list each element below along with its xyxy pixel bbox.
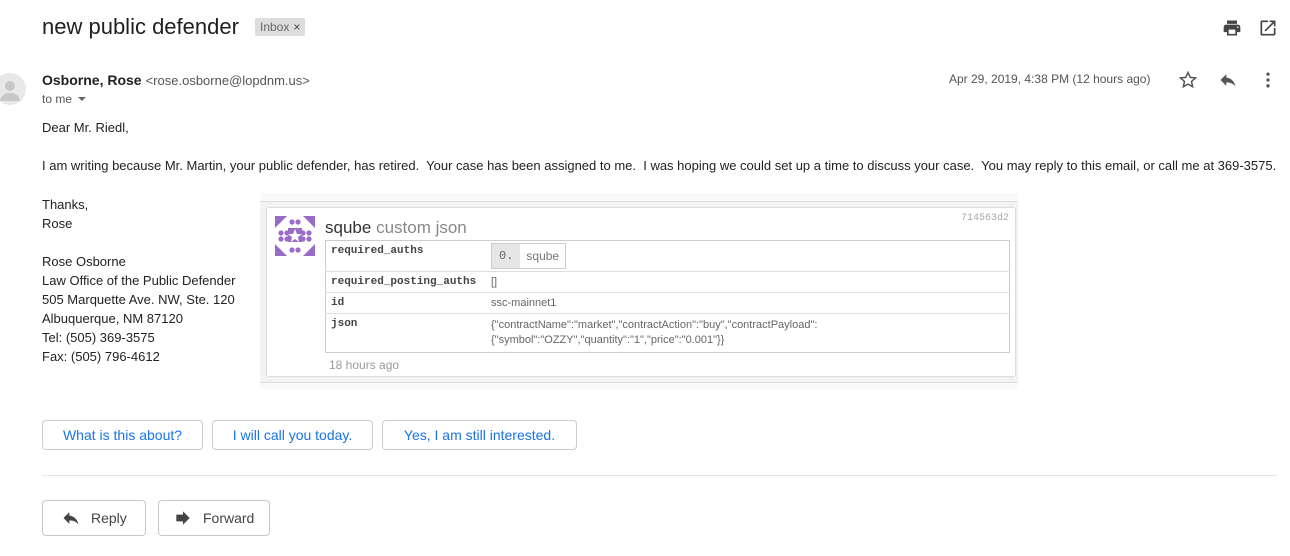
table-row: required_posting_auths []: [325, 271, 1010, 293]
reply-button[interactable]: Reply: [42, 500, 146, 536]
operation-user: sqube: [325, 218, 372, 237]
table-row: required_auths 0. sqube: [326, 241, 1010, 272]
avatar: [0, 73, 26, 105]
signature-line: Rose: [42, 216, 73, 231]
smart-reply-interested[interactable]: Yes, I am still interested.: [382, 420, 577, 450]
field-value: ssc-mainnet1: [486, 292, 1010, 314]
json-line: {"symbol":"OZZY","quantity":"1","price":…: [491, 334, 725, 346]
signature-line: Tel: (505) 369-3575: [42, 330, 155, 345]
operation-table: required_auths 0. sqube required_posting_…: [325, 240, 1010, 353]
smart-reply-what[interactable]: What is this about?: [42, 420, 203, 450]
forward-icon: [176, 511, 190, 525]
field-key: id: [325, 292, 486, 314]
field-key: required_posting_auths: [325, 271, 486, 293]
greeting: Dear Mr. Riedl,: [42, 120, 129, 135]
forward-button[interactable]: Forward: [158, 500, 270, 536]
email-date: Apr 29, 2019, 4:38 PM (12 hours ago): [949, 72, 1151, 86]
smart-reply-call[interactable]: I will call you today.: [212, 420, 373, 450]
signature-line: Albuquerque, NM 87120: [42, 311, 183, 326]
inbox-label-badge[interactable]: Inbox ×: [255, 18, 306, 36]
recipients-toggle[interactable]: to me: [42, 92, 87, 106]
print-icon[interactable]: [1222, 18, 1242, 43]
sender[interactable]: Osborne, Rose <rose.osborne@lopdnm.us>: [42, 72, 310, 88]
field-value: {"contractName":"market","contractAction…: [486, 313, 1010, 353]
operation-hash: 714563d2: [960, 213, 1009, 224]
remove-label-icon[interactable]: ×: [293, 20, 300, 34]
signature-line: Rose Osborne: [42, 254, 126, 269]
operation-name: custom json: [376, 218, 467, 237]
body-paragraph: I am writing because Mr. Martin, your pu…: [42, 158, 1277, 173]
signature-line: [42, 233, 235, 252]
signature-line: Thanks,: [42, 197, 89, 212]
json-line: {"contractName":"market","contractAction…: [491, 319, 818, 331]
divider: [42, 475, 1277, 476]
auth-name: sqube: [526, 249, 560, 263]
signature: Thanks, Rose Rose Osborne Law Office of …: [42, 195, 235, 366]
embedded-operation-image: sqube custom json 714563d2 required_auth…: [260, 193, 1018, 389]
more-vert-icon[interactable]: [1258, 70, 1278, 95]
sender-name: Osborne, Rose: [42, 72, 142, 88]
chevron-down-icon: [78, 97, 87, 101]
field-value: []: [486, 271, 1010, 293]
auth-index: 0.: [492, 244, 521, 268]
operation-card: sqube custom json 714563d2 required_auth…: [266, 207, 1016, 377]
auth-chip: 0. sqube: [491, 243, 567, 269]
sender-email: <rose.osborne@lopdnm.us>: [145, 73, 310, 88]
field-value: 0. sqube: [486, 241, 1010, 272]
field-key: required_auths: [331, 245, 424, 257]
operation-title: sqube custom json: [325, 218, 467, 238]
email-subject: new public defender: [42, 14, 239, 39]
reply-label: Reply: [91, 510, 127, 526]
star-icon[interactable]: [1178, 70, 1198, 95]
table-row: json {"contractName":"market","contractA…: [325, 313, 1010, 353]
reply-icon: [63, 512, 79, 525]
identicon-icon: [275, 216, 315, 261]
table-row: id ssc-mainnet1: [325, 292, 1010, 314]
signature-line: Fax: (505) 796-4612: [42, 349, 160, 364]
forward-label: Forward: [203, 510, 255, 526]
cropped-strip-top: [260, 193, 1018, 202]
signature-line: 505 Marquette Ave. NW, Ste. 120: [42, 292, 235, 307]
reply-icon[interactable]: [1218, 70, 1238, 95]
open-new-window-icon[interactable]: [1258, 18, 1278, 43]
signature-line: Law Office of the Public Defender: [42, 273, 236, 288]
cropped-strip-bottom: [260, 382, 1018, 389]
to-me-label: to me: [42, 92, 73, 106]
field-key: json: [325, 313, 486, 353]
operation-time: 18 hours ago: [329, 358, 400, 372]
label-text: Inbox: [260, 20, 290, 34]
